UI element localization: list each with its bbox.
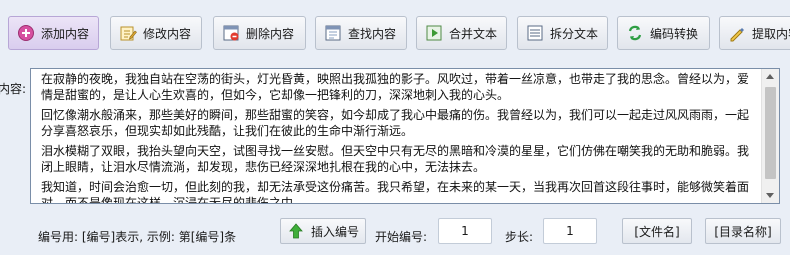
split-icon — [526, 24, 544, 42]
dirname-button[interactable]: [目录名称] — [705, 218, 781, 244]
step-input[interactable]: 1 — [543, 218, 597, 244]
paragraph: 泪水模糊了双眼，我抬头望向天空，试图寻找一丝安慰。但天空中只有无尽的黑暗和冷漠的… — [41, 144, 750, 174]
vertical-scrollbar[interactable] — [761, 69, 779, 203]
content-label: 内容: — [0, 82, 27, 96]
start-number-label: 开始编号: — [375, 230, 428, 244]
encoding-convert-label: 编码转换 — [650, 26, 699, 41]
split-text-button[interactable]: 拆分文本 — [517, 16, 608, 50]
convert-icon — [626, 24, 644, 42]
add-icon — [17, 24, 35, 42]
paragraph: 回忆像潮水般涌来，那些美好的瞬间，那些甜蜜的笑容，如今却成了我心中最痛的伤。我曾… — [41, 108, 750, 138]
insert-number-label: 插入编号 — [310, 224, 359, 239]
edit-content-button[interactable]: 修改内容 — [110, 16, 202, 50]
delete-content-label: 删除内容 — [246, 26, 295, 41]
content-text[interactable]: 在寂静的夜晚，我独自站在空荡的街头，灯光昏黄，映照出我孤独的影子。风吹过，带着一… — [31, 69, 761, 203]
extract-icon — [728, 24, 746, 42]
find-icon — [324, 24, 342, 42]
filename-label: [文件名] — [634, 224, 680, 239]
content-editor[interactable]: 在寂静的夜晚，我独自站在空荡的街头，灯光昏黄，映照出我孤独的影子。风吹过，带着一… — [30, 68, 780, 204]
find-content-button[interactable]: 查找内容 — [315, 16, 407, 50]
dirname-label: [目录名称] — [714, 224, 772, 239]
numbering-hint: 编号用: [编号]表示, 示例: 第[编号]条 — [38, 230, 237, 244]
find-content-label: 查找内容 — [348, 26, 397, 41]
extract-content-label: 提取内容 — [752, 26, 790, 41]
arrow-up-icon — [287, 222, 305, 240]
extract-content-button[interactable]: 提取内容 — [719, 16, 790, 50]
scroll-down-icon[interactable] — [766, 193, 774, 198]
step-label: 步长: — [505, 230, 534, 244]
merge-text-label: 合并文本 — [449, 26, 498, 41]
split-text-label: 拆分文本 — [550, 26, 599, 41]
toolbar: 添加内容 修改内容 删除内容 查找内容 合并文本 拆分文本 编码转换 提取内 — [0, 0, 790, 68]
scroll-up-icon[interactable] — [766, 74, 774, 79]
delete-icon — [222, 24, 240, 42]
paragraph: 在寂静的夜晚，我独自站在空荡的街头，灯光昏黄，映照出我孤独的影子。风吹过，带着一… — [41, 72, 750, 102]
edit-icon — [119, 24, 137, 42]
add-content-label: 添加内容 — [41, 26, 90, 41]
filename-button[interactable]: [文件名] — [622, 218, 692, 244]
scroll-thumb[interactable] — [765, 87, 776, 179]
edit-content-label: 修改内容 — [143, 26, 192, 41]
delete-content-button[interactable]: 删除内容 — [213, 16, 306, 50]
add-content-button[interactable]: 添加内容 — [8, 16, 99, 50]
insert-number-button[interactable]: 插入编号 — [280, 218, 366, 244]
numbering-bar: 编号用: [编号]表示, 示例: 第[编号]条 插入编号 开始编号: 1 步长:… — [0, 204, 790, 255]
encoding-convert-button[interactable]: 编码转换 — [617, 16, 710, 50]
merge-text-button[interactable]: 合并文本 — [416, 16, 507, 50]
merge-icon — [425, 24, 443, 42]
start-number-input[interactable]: 1 — [438, 218, 492, 244]
paragraph: 我知道，时间会治愈一切，但此刻的我，却无法承受这份痛苦。我只希望，在未来的某一天… — [41, 180, 750, 203]
